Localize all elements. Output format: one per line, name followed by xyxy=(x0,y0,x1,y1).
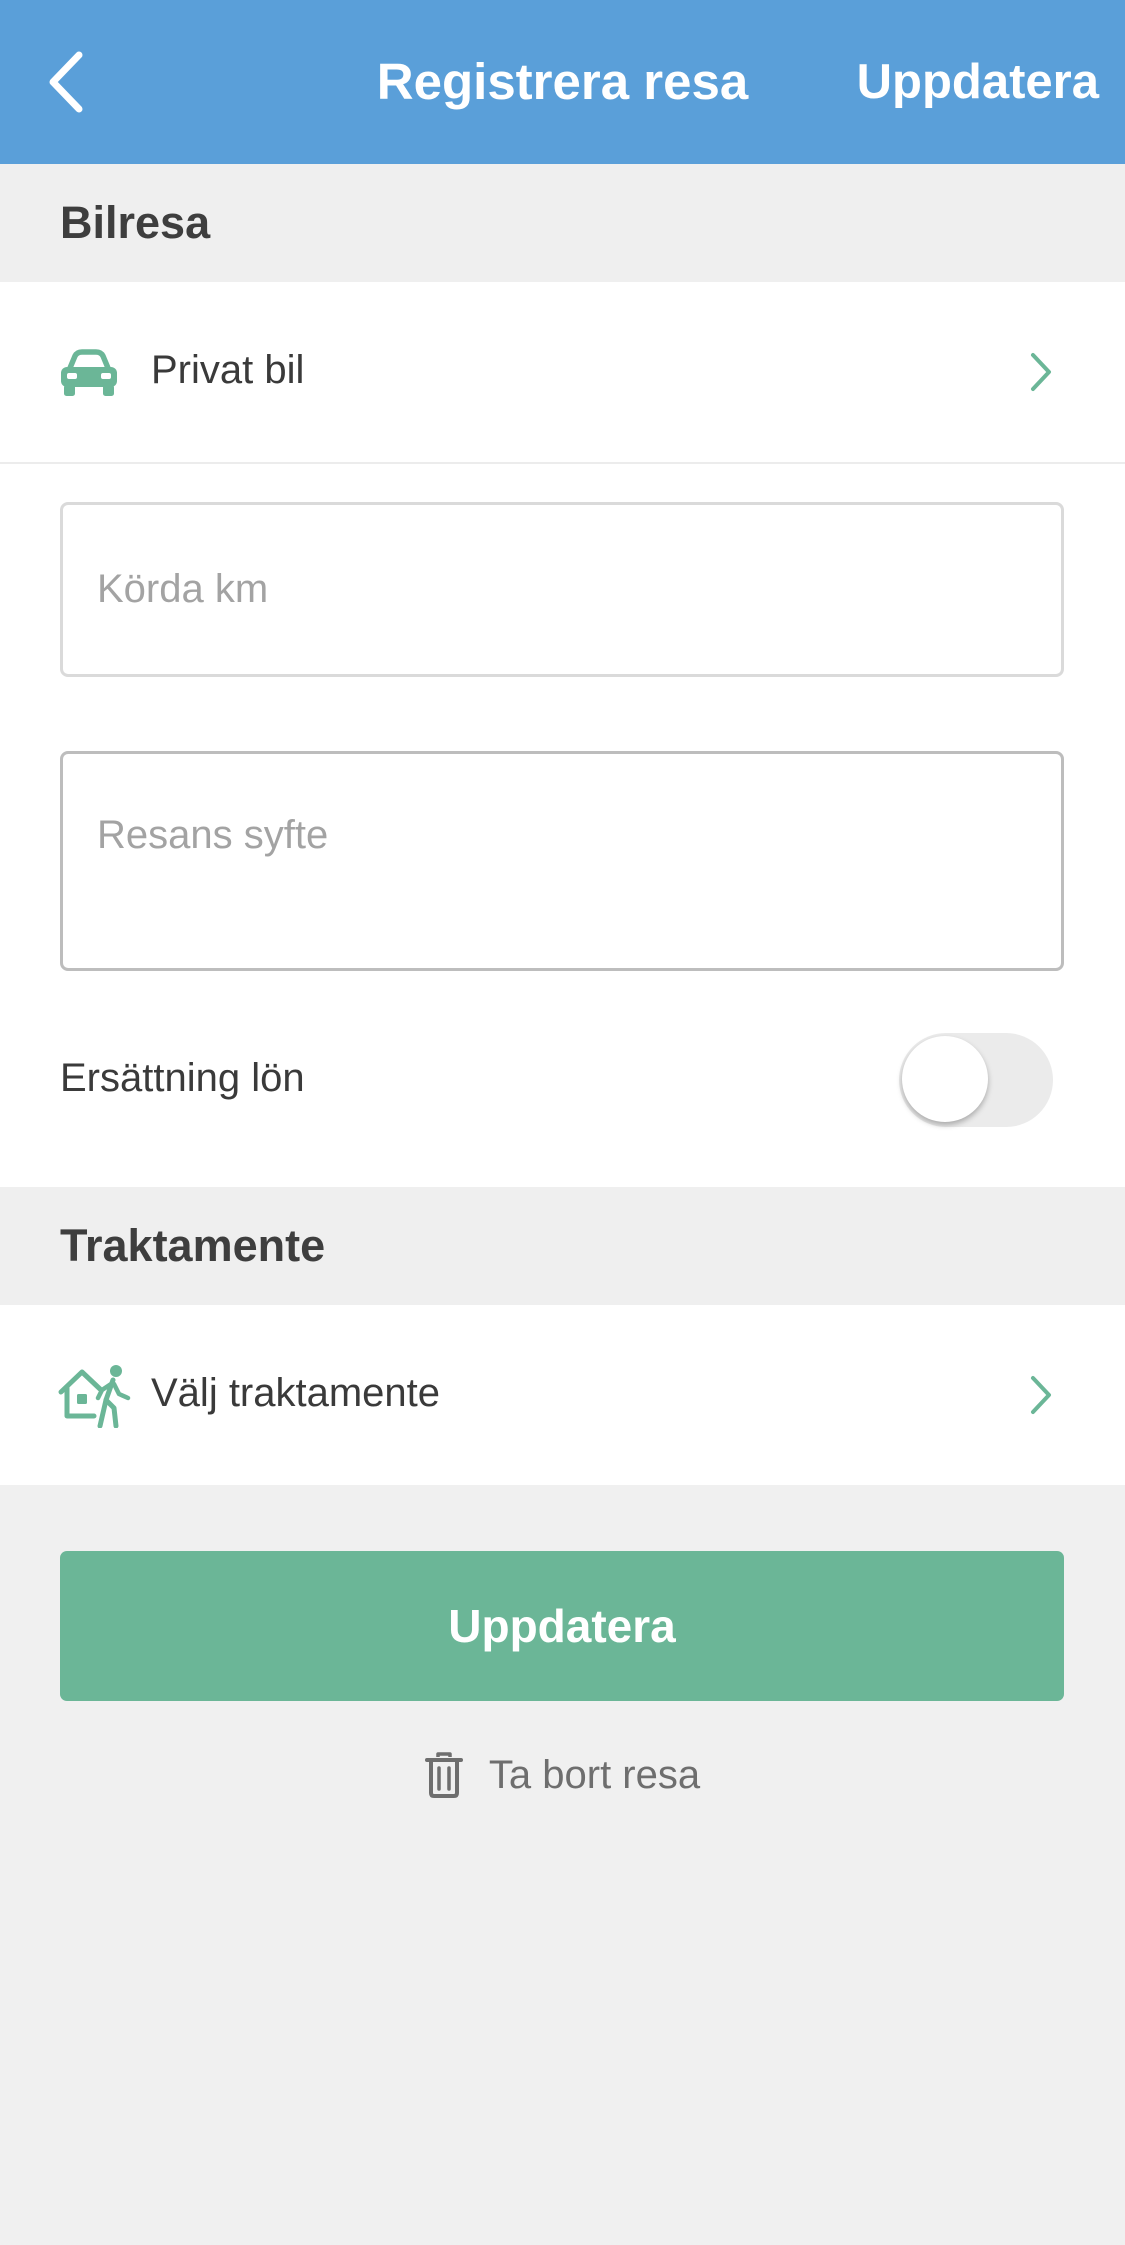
app-header: Registrera resa Uppdatera xyxy=(0,0,1125,164)
toggle-knob xyxy=(902,1036,988,1122)
vehicle-label: Privat bil xyxy=(151,348,305,392)
header-update-button[interactable]: Uppdatera xyxy=(857,48,1099,116)
car-icon xyxy=(58,348,120,398)
delete-trip-label: Ta bort resa xyxy=(488,1752,701,1797)
salary-compensation-toggle[interactable] xyxy=(899,1033,1053,1127)
allowance-label: Välj traktamente xyxy=(151,1371,441,1415)
house-walking-person-icon xyxy=(58,1364,134,1428)
chevron-right-icon xyxy=(1029,352,1053,392)
vehicle-select-row[interactable]: Privat bil xyxy=(0,282,1125,462)
trash-icon xyxy=(424,1752,463,1798)
driven-km-input[interactable] xyxy=(60,502,1064,677)
delete-trip-button[interactable]: Ta bort resa xyxy=(0,1745,1125,1805)
section-header-car-trip: Bilresa xyxy=(0,164,1125,282)
chevron-right-icon xyxy=(1029,1375,1053,1415)
update-button[interactable]: Uppdatera xyxy=(60,1551,1064,1701)
section-title-allowance: Traktamente xyxy=(60,1220,326,1271)
section-title-car-trip: Bilresa xyxy=(60,197,211,248)
salary-compensation-label: Ersättning lön xyxy=(60,1056,305,1100)
section-header-allowance: Traktamente xyxy=(0,1187,1125,1305)
trip-purpose-input[interactable] xyxy=(60,751,1064,971)
row-divider xyxy=(0,462,1125,464)
update-button-label: Uppdatera xyxy=(448,1600,676,1652)
allowance-select-row[interactable]: Välj traktamente xyxy=(0,1305,1125,1485)
